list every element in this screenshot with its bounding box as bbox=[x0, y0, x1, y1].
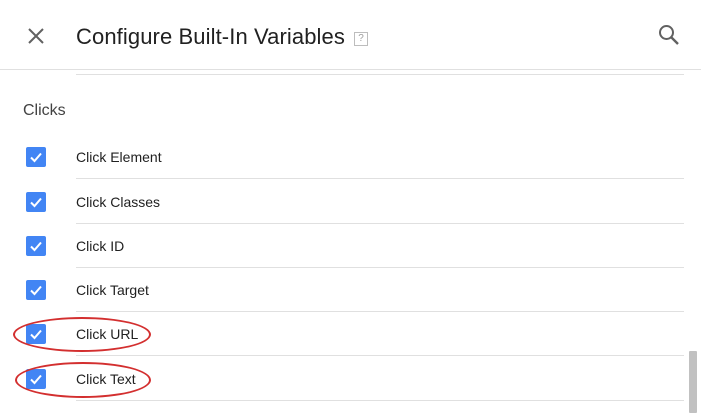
search-icon bbox=[659, 25, 679, 45]
check-icon bbox=[30, 285, 42, 296]
variable-label: Click Target bbox=[76, 282, 149, 298]
check-icon bbox=[30, 152, 42, 163]
checkbox-click-target[interactable] bbox=[26, 280, 46, 300]
page-title: Configure Built-In Variables bbox=[76, 24, 345, 49]
dialog-header: Configure Built-In Variables ? bbox=[0, 0, 701, 70]
checkbox-click-id[interactable] bbox=[26, 236, 46, 256]
variable-label: Click Text bbox=[76, 371, 136, 387]
title-wrap: Configure Built-In Variables ? bbox=[76, 22, 368, 52]
variable-row-click-target: Click Target bbox=[0, 268, 690, 312]
variable-row-click-element: Click Element bbox=[0, 135, 690, 179]
variable-label: Click Classes bbox=[76, 194, 161, 210]
help-icon[interactable]: ? bbox=[353, 32, 368, 46]
section-title: Clicks bbox=[23, 102, 66, 119]
row-divider bbox=[76, 355, 684, 356]
row-divider bbox=[76, 178, 684, 179]
variable-row-click-id: Click ID bbox=[0, 224, 690, 268]
close-button[interactable] bbox=[22, 22, 50, 50]
variable-row-click-url: Click URL bbox=[0, 312, 690, 356]
variable-label: Click ID bbox=[76, 238, 125, 254]
search-button[interactable] bbox=[656, 22, 682, 48]
scrollbar-thumb[interactable] bbox=[689, 351, 697, 413]
checkbox-click-element[interactable] bbox=[26, 147, 46, 167]
check-icon bbox=[30, 329, 42, 340]
section-divider bbox=[76, 74, 684, 75]
check-icon bbox=[30, 374, 42, 385]
check-icon bbox=[30, 197, 42, 208]
checkbox-click-classes[interactable] bbox=[26, 192, 46, 212]
variable-row-click-classes: Click Classes bbox=[0, 180, 690, 224]
checkbox-click-text[interactable] bbox=[26, 369, 46, 389]
variable-row-click-text: Click Text bbox=[0, 357, 690, 401]
check-icon bbox=[30, 241, 42, 252]
close-icon bbox=[28, 28, 44, 44]
variable-label: Click URL bbox=[76, 326, 139, 342]
variable-label: Click Element bbox=[76, 149, 162, 165]
row-divider bbox=[76, 400, 684, 401]
checkbox-click-url[interactable] bbox=[26, 324, 46, 344]
